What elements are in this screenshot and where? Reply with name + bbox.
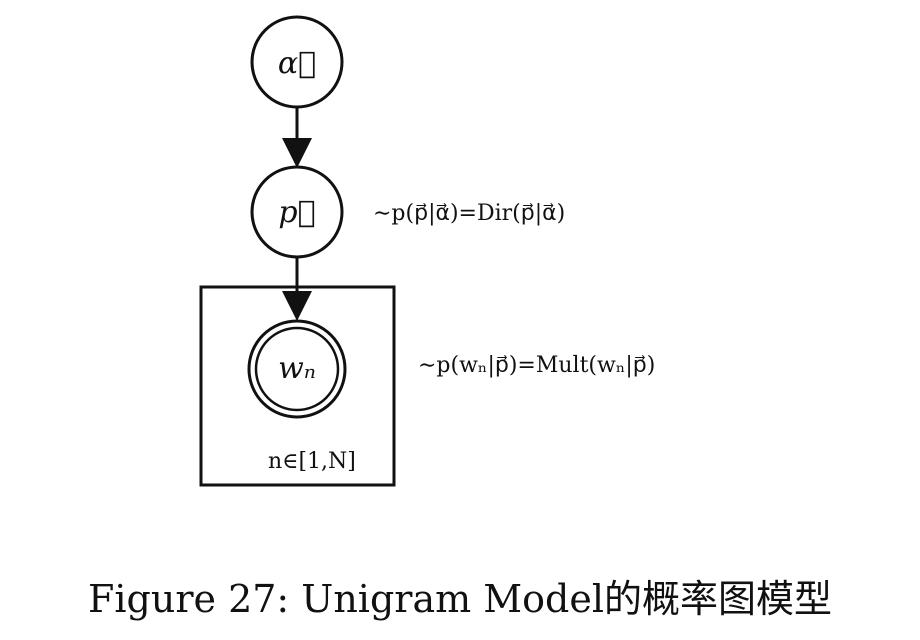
node-p-label: p⃗ xyxy=(278,195,315,230)
figure-caption: Figure 27: Unigram Model的概率图模型 xyxy=(88,577,832,621)
plate-label: n∈[1,N] xyxy=(268,449,356,474)
node-w-label: wₙ xyxy=(278,351,316,386)
graphical-model-diagram: α⃗ p⃗ ∼p(p⃗|α⃗)=Dir(p⃗|α⃗) wₙ n∈[1,N] ∼p… xyxy=(199,15,655,487)
equation-p-distribution: ∼p(p⃗|α⃗)=Dir(p⃗|α⃗) xyxy=(373,201,565,226)
node-p: p⃗ xyxy=(250,165,344,259)
equation-w-distribution: ∼p(wₙ|p⃗)=Mult(wₙ|p⃗) xyxy=(418,353,655,378)
node-alpha: α⃗ xyxy=(250,15,344,109)
node-alpha-label: α⃗ xyxy=(278,46,316,81)
node-w-observed: wₙ xyxy=(247,319,347,419)
